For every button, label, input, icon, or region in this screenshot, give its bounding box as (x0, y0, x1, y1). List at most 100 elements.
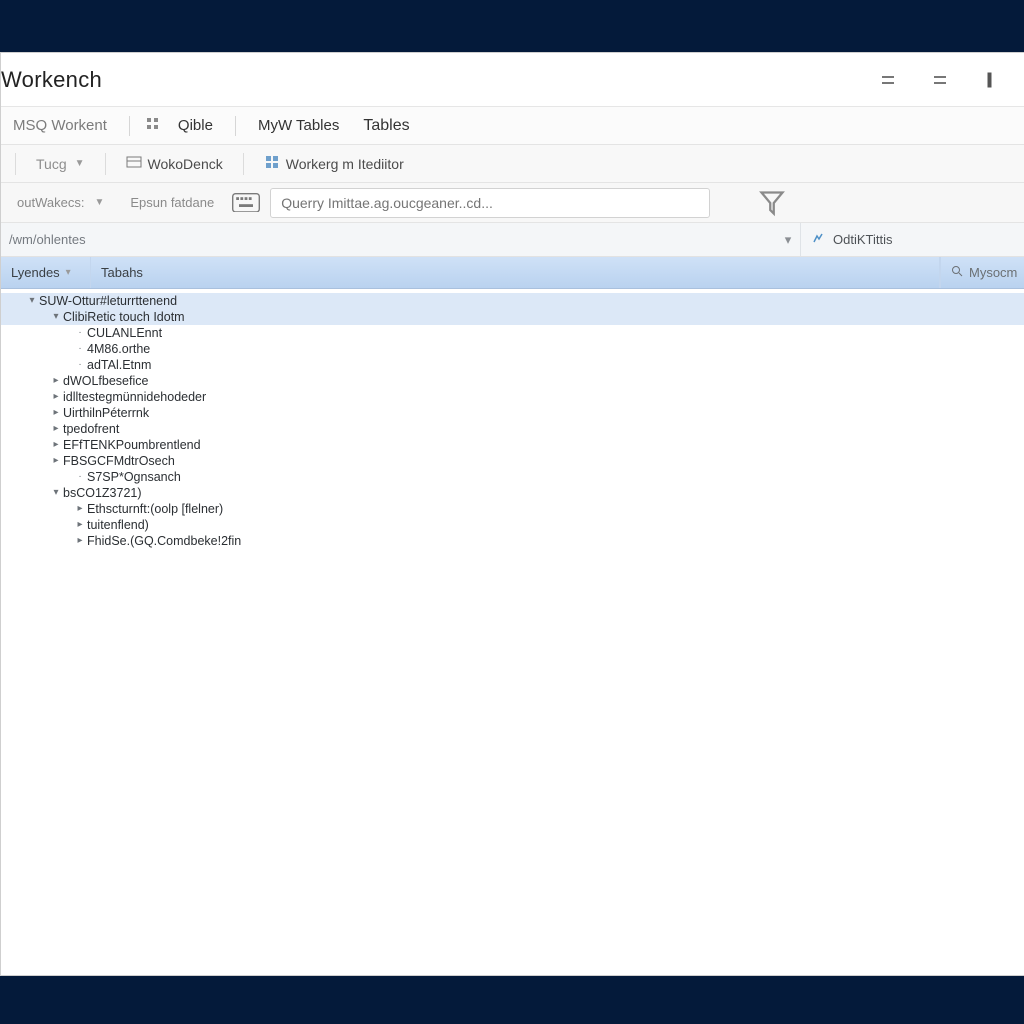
chevron-right-icon[interactable]: ▸ (73, 501, 87, 517)
chevron-down-icon: ▼ (75, 158, 85, 169)
keyboard-icon[interactable] (232, 189, 260, 217)
menu-item-1[interactable]: Qible (172, 113, 219, 138)
tree-node[interactable]: ▸tpedofrent (1, 421, 1024, 437)
toolbar-item-0[interactable]: Tucg ▼ (32, 154, 89, 174)
menu-item-0[interactable]: MSQ Workent (7, 113, 113, 138)
chevron-down-icon[interactable]: ▾ (49, 309, 63, 325)
chevron-right-icon[interactable]: ▸ (73, 533, 87, 549)
breadcrumb[interactable]: /wm/ohlentes (9, 232, 776, 247)
tree-node-label: tpedofrent (63, 421, 119, 437)
editor-icon (264, 154, 280, 173)
side-panel-header[interactable]: OdtiKTittis (800, 223, 1016, 256)
menu-separator (129, 116, 130, 136)
tree-header: Lyendes ▾ Tabahs Mysocm (1, 257, 1024, 289)
query-bar: outWakecs: ▼ Epsun fatdane (1, 183, 1024, 223)
database-combo[interactable]: Epsun fatdane (122, 189, 222, 217)
tree-node-label: tuitenflend) (87, 517, 149, 533)
chevron-right-icon[interactable]: ▸ (49, 373, 63, 389)
toolbar-divider (15, 153, 16, 175)
column-1[interactable]: Lyendes ▾ (1, 257, 91, 288)
side-panel-label: OdtiKTittis (833, 232, 892, 247)
tree-node[interactable]: ▸idlltestegmünnidehodeder (1, 389, 1024, 405)
tree-node[interactable]: ·4M86.orthe (1, 341, 1024, 357)
column-2[interactable]: Tabahs (91, 257, 940, 288)
column-2-label: Tabahs (101, 265, 143, 280)
schema-combo-label: outWakecs: (17, 195, 84, 210)
app-title: Workench (1, 67, 102, 93)
tree-node-label: S7SP*Ognsanch (87, 469, 181, 485)
desktop-top-bar (0, 0, 1024, 52)
close-icon[interactable] (978, 66, 1006, 94)
tree-search-label: Mysocm (969, 265, 1017, 280)
tree-node[interactable]: ·S7SP*Ognsanch (1, 469, 1024, 485)
grid-icon[interactable] (146, 117, 160, 135)
tree-node-label: dWOLfbesefice (63, 373, 148, 389)
menu-bar: MSQ Workent Qible MyW Tables Tables (1, 107, 1024, 145)
tree-node-label: ClibiRetic touch Idotm (63, 309, 185, 325)
toolbar-item-1-label: WokoDenck (148, 156, 223, 172)
database-combo-label: Epsun fatdane (130, 195, 214, 210)
workbench-icon (126, 154, 142, 173)
tree-node[interactable]: ▸FBSGCFMdtrOsech (1, 453, 1024, 469)
minimize-icon[interactable] (874, 66, 902, 94)
tree-node[interactable]: ▸tuitenflend) (1, 517, 1024, 533)
toolbar: Tucg ▼ WokoDenck Workerg m Itediitor (1, 145, 1024, 183)
tree-node[interactable]: ·adTAl.Etnm (1, 357, 1024, 373)
search-icon (951, 265, 963, 280)
chevron-right-icon[interactable]: ▸ (49, 405, 63, 421)
maximize-icon[interactable] (926, 66, 954, 94)
chevron-right-icon[interactable]: ▸ (49, 389, 63, 405)
chevron-right-icon[interactable]: ▸ (73, 517, 87, 533)
bullet-icon: · (73, 325, 87, 341)
tree-node-label: bsCO1Z3721) (63, 485, 142, 501)
schema-combo[interactable]: outWakecs: ▼ (9, 189, 112, 217)
menu-item-3[interactable]: Tables (357, 113, 415, 139)
chevron-down-icon[interactable]: ▾ (25, 293, 39, 309)
tree-search[interactable]: Mysocm (940, 257, 1024, 288)
tree-node-label: Ethscturnft:(oolp [flelner) (87, 501, 223, 517)
tree-node[interactable]: ▸dWOLfbesefice (1, 373, 1024, 389)
chevron-down-icon: ▾ (66, 267, 71, 278)
bullet-icon: · (73, 341, 87, 357)
chevron-right-icon[interactable]: ▸ (49, 453, 63, 469)
chevron-down-icon[interactable]: ▾ (49, 485, 63, 501)
tree-node-label: FBSGCFMdtrOsech (63, 453, 175, 469)
tree-node[interactable]: ▸Ethscturnft:(oolp [flelner) (1, 501, 1024, 517)
chevron-right-icon[interactable]: ▸ (49, 421, 63, 437)
spark-icon (811, 231, 825, 248)
tree-node[interactable]: ·CULANLEnnt (1, 325, 1024, 341)
toolbar-item-0-label: Tucg (36, 156, 67, 172)
tree-node-label: SUW-Ottur#leturrttenend (39, 293, 177, 309)
tree-node-label: CULANLEnnt (87, 325, 162, 341)
schema-tree[interactable]: ▾SUW-Ottur#leturrttenend▾ClibiRetic touc… (1, 289, 1024, 975)
toolbar-item-1[interactable]: WokoDenck (122, 152, 227, 175)
menu-separator (235, 116, 236, 136)
toolbar-item-2[interactable]: Workerg m Itediitor (260, 152, 408, 175)
bullet-icon: · (73, 357, 87, 373)
title-bar: Workench (1, 53, 1024, 107)
tree-node[interactable]: ▾SUW-Ottur#leturrttenend (1, 293, 1024, 309)
tree-node-label: EFfTENKPoumbrentlend (63, 437, 201, 453)
toolbar-item-2-label: Workerg m Itediitor (286, 156, 404, 172)
app-window: Workench MSQ Workent Qible M (0, 52, 1024, 976)
tree-node[interactable]: ▸UirthilnPéterrnk (1, 405, 1024, 421)
tree-node[interactable]: ▾ClibiRetic touch Idotm (1, 309, 1024, 325)
tree-node-label: FhidSe.(GQ.Comdbeke!2fin (87, 533, 241, 549)
tree-node[interactable]: ▸FhidSe.(GQ.Comdbeke!2fin (1, 533, 1024, 549)
tree-node[interactable]: ▸EFfTENKPoumbrentlend (1, 437, 1024, 453)
tree-node-label: 4M86.orthe (87, 341, 150, 357)
column-1-label: Lyendes (11, 265, 60, 280)
chevron-right-icon[interactable]: ▸ (49, 437, 63, 453)
chevron-down-icon: ▼ (94, 197, 104, 208)
chevron-down-icon[interactable]: ▾ (776, 232, 800, 248)
desktop-bottom-bar (0, 976, 1024, 1024)
path-bar: /wm/ohlentes ▾ OdtiKTittis (1, 223, 1024, 257)
toolbar-divider (105, 153, 106, 175)
query-input[interactable] (270, 188, 710, 218)
filter-icon[interactable] (758, 189, 786, 217)
toolbar-divider (243, 153, 244, 175)
tree-node-label: adTAl.Etnm (87, 357, 151, 373)
tree-node[interactable]: ▾bsCO1Z3721) (1, 485, 1024, 501)
bullet-icon: · (73, 469, 87, 485)
menu-item-2[interactable]: MyW Tables (252, 113, 345, 138)
